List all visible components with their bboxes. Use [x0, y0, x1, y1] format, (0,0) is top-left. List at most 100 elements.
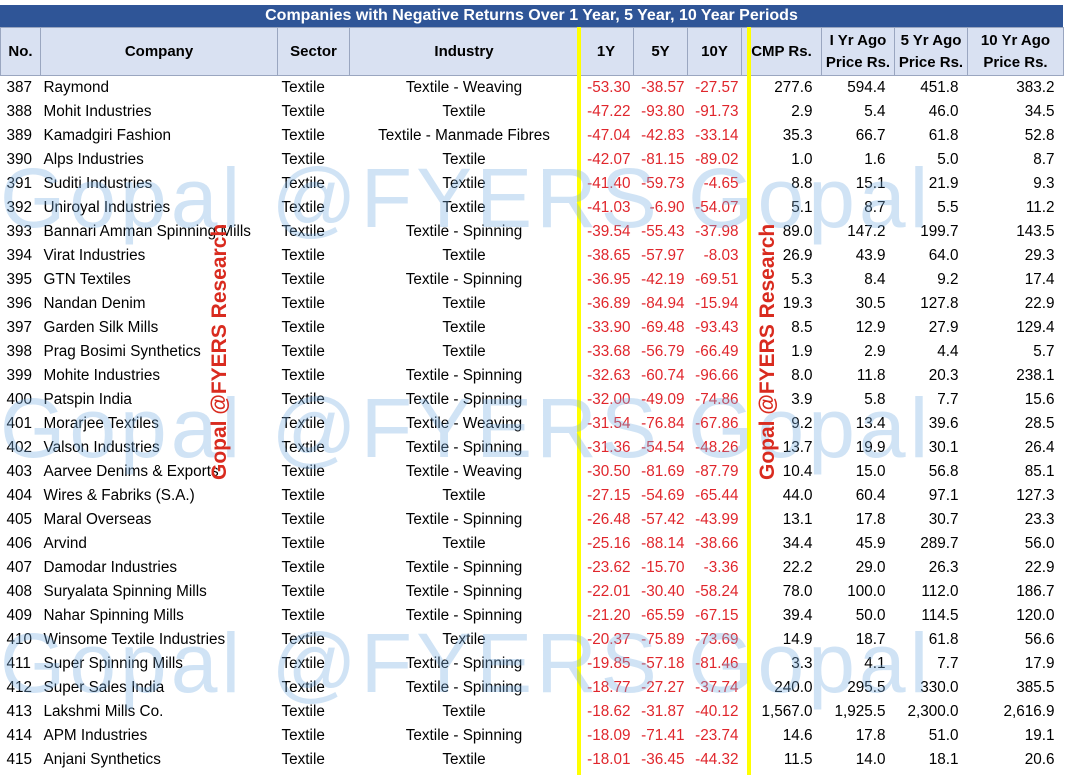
- col-header-1yr-price[interactable]: I Yr Ago Price Rs.: [821, 27, 895, 76]
- table-row[interactable]: 396 Nandan Denim Textile Textile -36.89 -84.9…: [1, 292, 1064, 316]
- table-row[interactable]: 401 Morarjee Textiles Textile Textile - Wea…: [1, 412, 1064, 436]
- table-row[interactable]: 405 Maral Overseas Textile Textile - Spinni…: [1, 508, 1064, 532]
- table-row[interactable]: 389 Kamadgiri Fashion Textile Textile - Man…: [1, 124, 1064, 148]
- return-1y: -31.54: [587, 415, 631, 432]
- company-name: Winsome Textile Industries: [43, 631, 226, 648]
- return-5y: -36.45: [641, 751, 685, 768]
- table-row[interactable]: 406 Arvind Textile Textile -25.16 -88.14 -38.6…: [1, 532, 1064, 556]
- table-row[interactable]: 391 Suditi Industries Textile Textile -41.40…: [1, 172, 1064, 196]
- table-row[interactable]: 411 Super Spinning Mills Textile Textile - …: [1, 652, 1064, 676]
- return-5y: -76.84: [641, 415, 685, 432]
- return-10y: -89.02: [695, 151, 739, 168]
- industry-cell: Textile - Spinning: [405, 511, 523, 528]
- table-row[interactable]: 387 Raymond Textile Textile - Weaving -53.30…: [1, 76, 1064, 101]
- cmp-price: 1.0: [791, 151, 813, 168]
- price-5yr-ago: 5.0: [937, 151, 959, 168]
- row-number: 401: [6, 415, 33, 432]
- table-row[interactable]: 412 Super Sales India Textile Textile - Spi…: [1, 676, 1064, 700]
- cmp-price: 8.5: [791, 319, 813, 336]
- price-1yr-ago: 13.4: [855, 415, 886, 432]
- price-1yr-ago: 17.8: [855, 511, 886, 528]
- table-row[interactable]: 392 Uniroyal Industries Textile Textile -41.…: [1, 196, 1064, 220]
- col-header-5yr-line2: Price Rs.: [898, 53, 964, 71]
- return-1y: -32.00: [587, 391, 631, 408]
- col-header-sector[interactable]: Sector: [277, 27, 350, 76]
- table-row[interactable]: 400 Patspin India Textile Textile - Spinnin…: [1, 388, 1064, 412]
- col-header-10yr-price[interactable]: 10 Yr Ago Price Rs.: [967, 27, 1064, 76]
- return-10y: -15.94: [695, 295, 739, 312]
- company-name: Kamadgiri Fashion: [43, 127, 172, 144]
- price-1yr-ago: 45.9: [855, 535, 886, 552]
- table-row[interactable]: 410 Winsome Textile Industries Textile Text…: [1, 628, 1064, 652]
- cmp-price: 8.0: [791, 367, 813, 384]
- sector-cell: Textile: [281, 391, 325, 408]
- sector-cell: Textile: [281, 703, 325, 720]
- price-10yr-ago: 2,616.9: [1003, 703, 1055, 720]
- price-10yr-ago: 26.4: [1024, 439, 1055, 456]
- table-row[interactable]: 390 Alps Industries Textile Textile -42.07 -8…: [1, 148, 1064, 172]
- cmp-price: 89.0: [782, 223, 813, 240]
- col-header-10yr-line1: 10 Yr Ago: [980, 31, 1051, 49]
- return-5y: -93.80: [641, 103, 685, 120]
- price-10yr-ago: 15.6: [1024, 391, 1055, 408]
- table-row[interactable]: 414 APM Industries Textile Textile - Spinni…: [1, 724, 1064, 748]
- table-row[interactable]: 399 Mohite Industries Textile Textile - Spi…: [1, 364, 1064, 388]
- cmp-price: 240.0: [774, 679, 813, 696]
- col-header-1yr-line1: I Yr Ago: [829, 31, 887, 49]
- cmp-price: 14.9: [782, 631, 813, 648]
- col-header-5yr-price[interactable]: 5 Yr Ago Price Rs.: [894, 27, 968, 76]
- cmp-price: 9.2: [791, 415, 813, 432]
- company-name: Lakshmi Mills Co.: [43, 703, 164, 720]
- table-row[interactable]: 404 Wires & Fabriks (S.A.) Textile Textile -…: [1, 484, 1064, 508]
- col-header-cmp[interactable]: CMP Rs.: [741, 27, 822, 76]
- price-1yr-ago: 11.8: [856, 367, 886, 384]
- sector-cell: Textile: [281, 487, 325, 504]
- table-row[interactable]: 397 Garden Silk Mills Textile Textile -33.90…: [1, 316, 1064, 340]
- industry-cell: Textile - Manmade Fibres: [378, 127, 550, 144]
- vertical-watermark: Gopal @FYERS Research: [756, 223, 779, 480]
- table-row[interactable]: 409 Nahar Spinning Mills Textile Textile - …: [1, 604, 1064, 628]
- col-header-industry[interactable]: Industry: [349, 27, 579, 76]
- sector-cell: Textile: [281, 151, 325, 168]
- price-10yr-ago: 56.0: [1024, 535, 1055, 552]
- col-header-1y[interactable]: 1Y: [578, 27, 634, 76]
- price-5yr-ago: 26.3: [928, 559, 959, 576]
- company-name: Mohite Industries: [43, 367, 160, 384]
- return-10y: -33.14: [695, 127, 739, 144]
- table-title: Companies with Negative Returns Over 1 Y…: [0, 5, 1063, 27]
- table-row[interactable]: 402 Valson Industries Textile Textile - Spi…: [1, 436, 1064, 460]
- company-name: Suryalata Spinning Mills: [43, 583, 207, 600]
- industry-cell: Textile - Spinning: [405, 271, 523, 288]
- price-5yr-ago: 18.1: [928, 751, 959, 768]
- table-row[interactable]: 388 Mohit Industries Textile Textile -47.22-…: [1, 100, 1064, 124]
- return-10y: -73.69: [695, 631, 739, 648]
- cmp-price: 3.3: [791, 655, 813, 672]
- price-5yr-ago: 5.5: [937, 199, 959, 216]
- table-row[interactable]: 413 Lakshmi Mills Co. Textile Textile -18.62…: [1, 700, 1064, 724]
- industry-cell: Textile - Spinning: [405, 583, 523, 600]
- col-header-company[interactable]: Company: [40, 27, 278, 76]
- table-row[interactable]: 393 Bannari Amman Spinning Mills Textile Te…: [1, 220, 1064, 244]
- col-header-no[interactable]: No.: [0, 27, 41, 76]
- col-header-5y[interactable]: 5Y: [633, 27, 688, 76]
- sector-cell: Textile: [281, 295, 325, 312]
- row-number: 389: [6, 127, 33, 144]
- table-row[interactable]: 398 Prag Bosimi Synthetics Textile Textile -…: [1, 340, 1064, 364]
- sector-cell: Textile: [281, 79, 325, 96]
- table-row[interactable]: 403 Aarvee Denims & Exports Textile Textile…: [1, 460, 1064, 484]
- return-5y: -59.73: [641, 175, 685, 192]
- row-number: 405: [6, 511, 33, 528]
- return-1y: -21.20: [587, 607, 631, 624]
- table-row[interactable]: 395 GTN Textiles Textile Textile - Spinning…: [1, 268, 1064, 292]
- returns-left-divider: [577, 27, 581, 775]
- industry-cell: Textile: [442, 343, 486, 360]
- price-5yr-ago: 114.5: [921, 607, 959, 624]
- row-number: 398: [6, 343, 33, 360]
- table-row[interactable]: 407 Damodar Industries Textile Textile - Sp…: [1, 556, 1064, 580]
- table-row[interactable]: 415 Anjani Synthetics Textile Textile -18.01…: [1, 748, 1064, 772]
- table-row[interactable]: 394 Virat Industries Textile Textile -38.65-…: [1, 244, 1064, 268]
- sector-cell: Textile: [281, 223, 325, 240]
- col-header-10y[interactable]: 10Y: [687, 27, 742, 76]
- table-row[interactable]: 408 Suryalata Spinning Mills Textile Textil…: [1, 580, 1064, 604]
- return-5y: -55.43: [641, 223, 685, 240]
